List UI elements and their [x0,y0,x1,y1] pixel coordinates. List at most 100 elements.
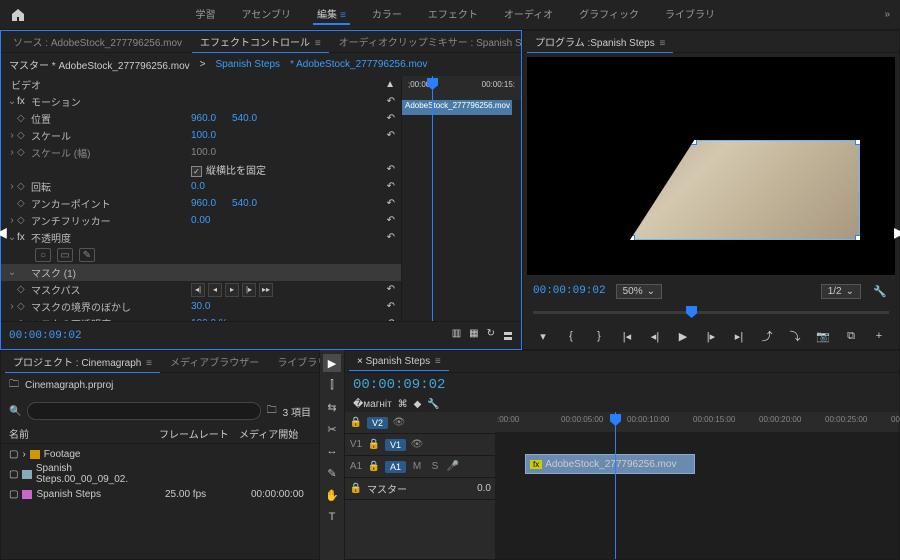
reset-opacity[interactable]: ↶ [387,232,395,243]
tool-razor[interactable]: ✂ [323,420,341,438]
sw-af[interactable]: ◇ [17,215,31,226]
mask-handle-br[interactable] [855,235,862,242]
prog-playhead[interactable] [686,306,697,318]
tool-pen[interactable]: ✎ [323,464,341,482]
ec-clip-link[interactable]: * AdobeStock_277796256.mov [290,59,427,70]
mask-track-fwd1[interactable]: |▸ [242,283,256,297]
ec-tool-1[interactable]: ▥ [452,328,461,343]
a1-lock[interactable]: 🔒 [367,461,381,472]
reset-pos[interactable]: ↶ [387,113,395,124]
anc-y[interactable]: 540.0 [232,198,257,209]
ec-tool-4[interactable]: 〓 [503,328,513,343]
a1-mute[interactable]: M [410,461,424,472]
btn-play[interactable]: ▶ [674,327,692,345]
col-name[interactable]: 名前 [9,426,159,441]
a1-toggle[interactable]: A1 [385,461,406,473]
master-lock[interactable]: 🔒 [349,483,363,494]
btn-export-frame[interactable]: 📷 [814,327,832,345]
tw-opacity[interactable]: ⌄ [7,232,17,243]
reset-rot[interactable]: ↶ [387,181,395,192]
sw-feather[interactable]: ◇ [17,301,31,312]
col-fps[interactable]: フレームレート [159,426,239,441]
a1-target[interactable]: A1 [349,461,363,472]
col-start[interactable]: メディア開始 [239,426,298,441]
sw-position[interactable]: ◇ [17,113,31,124]
ws-assembly[interactable]: アセンブリ [237,4,295,25]
btn-goto-out[interactable]: ▸| [730,327,748,345]
tab-project[interactable]: プロジェクト : Cinemagraph ≡ [5,351,160,373]
ws-audio[interactable]: オーディオ [500,4,557,25]
tab-program[interactable]: プログラム :Spanish Steps ≡ [527,31,673,53]
reset-feather[interactable]: ↶ [387,301,395,312]
pos-y[interactable]: 540.0 [232,113,257,124]
anc-x[interactable]: 960.0 [191,198,216,209]
af-v[interactable]: 0.00 [191,215,210,226]
btn-settings[interactable]: + [870,327,888,345]
tl-settings[interactable]: 🔧 [427,399,439,410]
ws-learn[interactable]: 学習 [191,4,219,25]
sw-mpath[interactable]: ◇ [17,284,31,295]
reset-scale[interactable]: ↶ [387,130,395,141]
tool-slip[interactable]: ↔ [323,442,341,460]
v1-toggle[interactable]: V1 [385,439,406,451]
mask-pen[interactable]: ✎ [79,248,95,262]
tw-mask[interactable]: ⌄ [7,267,17,278]
mask-rect[interactable]: ▭ [57,248,73,262]
proj-row[interactable]: ▢›Footage [1,444,319,464]
panel-handle-right[interactable]: ▶ [894,224,900,244]
tab-audio-mixer[interactable]: オーディオクリップミキサー : Spanish Steps [331,31,549,52]
tw-scale[interactable]: › [7,130,17,141]
v2-lock[interactable]: 🔒 [349,417,363,428]
btn-mark-out[interactable]: } [590,327,608,345]
tab-effect-controls[interactable]: エフェクトコントロール ≡ [192,31,329,53]
tool-ripple[interactable]: ⇆ [323,398,341,416]
sw-rotation[interactable]: ◇ [17,181,31,192]
prog-zoom[interactable]: 50%⌄ [616,284,662,299]
v2-toggle[interactable]: V2 [367,417,388,429]
btn-add-marker[interactable]: ▾ [534,327,552,345]
ws-graphics[interactable]: グラフィック [575,4,643,25]
btn-step-back[interactable]: ◂| [646,327,664,345]
ec-timeline[interactable]: ;00:00 00:00:15: AdobeStock_277796256.mo… [401,76,521,321]
tab-source[interactable]: ソース : AdobeStock_277796256.mov [5,31,190,52]
mask-ellipse[interactable]: ○ [35,248,51,262]
tl-tc[interactable]: 00:00:09:02 [353,377,445,393]
mask-track-fwdall[interactable]: ▸▸ [259,283,273,297]
home-icon[interactable] [10,7,26,23]
v1-eye[interactable]: 👁 [410,439,424,450]
tool-selection[interactable]: ▶ [323,354,341,372]
reset-motion[interactable]: ↶ [387,96,395,107]
ws-library[interactable]: ライブラリ [661,4,719,25]
v2-eye[interactable]: 👁 [392,417,406,428]
btn-extract[interactable]: ⤵ [786,327,804,345]
btn-lift[interactable]: ⤴ [758,327,776,345]
tool-hand[interactable]: ✋ [323,486,341,504]
ws-effects[interactable]: エフェクト [424,4,482,25]
prop-mask[interactable]: マスク (1) [31,265,76,280]
tl-link[interactable]: ⌘ [398,399,408,410]
tab-media-browser[interactable]: メディアブラウザー [162,351,267,372]
mask-track-fwd[interactable]: ▸ [225,283,239,297]
mask-handle-tr[interactable] [855,138,862,145]
reset-mop[interactable]: ↶ [387,318,395,321]
ec-seq-link[interactable]: Spanish Steps [216,59,281,70]
proj-search[interactable] [27,402,260,420]
v1-target[interactable]: V1 [349,439,363,450]
reset-anc[interactable]: ↶ [387,198,395,209]
reset-uniform[interactable]: ↶ [387,164,395,175]
panel-handle-left[interactable]: ◀ [0,224,6,244]
ec-clip-chip[interactable]: AdobeStock_277796256.mov [402,100,512,115]
ec-playhead[interactable] [432,76,433,321]
mask-handle-tl[interactable] [690,138,697,145]
reset-mpath[interactable]: ↶ [387,284,395,295]
tl-playhead[interactable] [615,412,616,559]
tl-marker[interactable]: ◆ [414,399,422,410]
scale-v[interactable]: 100.0 [191,130,216,141]
feather-v[interactable]: 30.0 [191,301,210,312]
prog-page[interactable]: 1/2⌄ [821,284,861,299]
tool-type[interactable]: T [323,508,341,526]
ec-tool-3[interactable]: ↻ [487,328,495,343]
proj-row[interactable]: ▢Spanish Steps25.00 fps00:00:00:00 [1,484,319,504]
ec-tool-2[interactable]: ▦ [469,328,478,343]
tw-motion[interactable]: ⌄ [7,96,17,107]
